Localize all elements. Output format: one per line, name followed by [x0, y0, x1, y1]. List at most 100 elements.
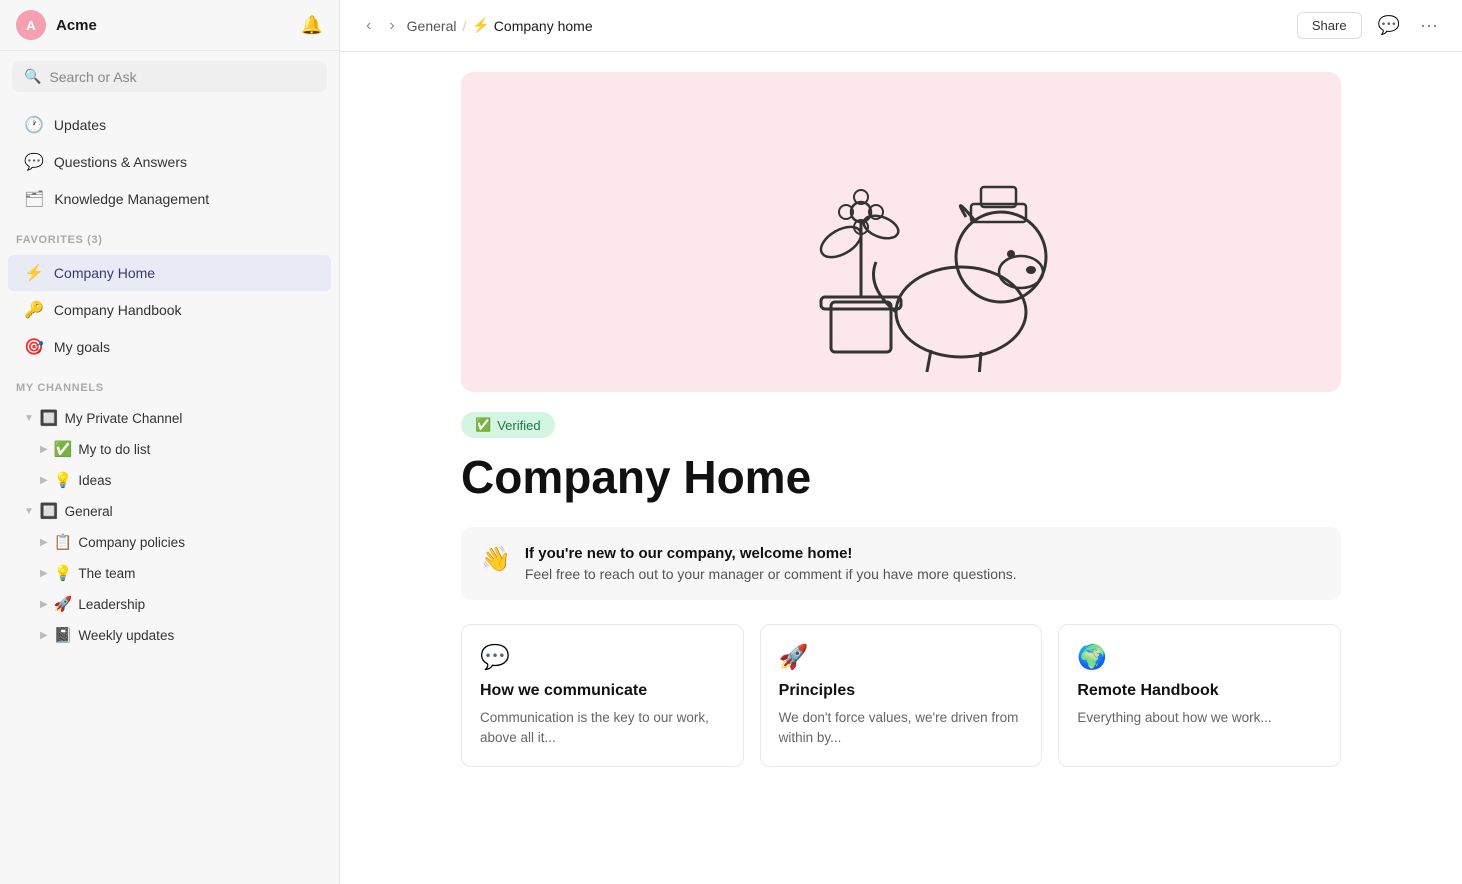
back-button[interactable]: ‹ [360, 13, 377, 39]
weekly-updates-icon: 📓 [54, 626, 73, 644]
card-how-we-communicate[interactable]: 💬 How we communicate Communication is th… [461, 624, 744, 768]
verified-label: Verified [497, 418, 540, 433]
topbar-right: Share 💬 ··· [1297, 11, 1442, 40]
hero-illustration [731, 92, 1071, 372]
card-body: Communication is the key to our work, ab… [480, 708, 725, 749]
channel-general[interactable]: ▼ 🔲 General [8, 496, 331, 526]
policies-icon: 📋 [54, 533, 73, 551]
sidebar-item-label: Knowledge Management [54, 191, 209, 207]
card-icon: 💬 [480, 643, 725, 672]
expand-arrow-icon: ▶ [40, 630, 48, 641]
hero-banner [461, 72, 1341, 392]
expand-arrow-icon: ▶ [40, 444, 48, 455]
sidebar-item-label: Company Home [54, 265, 155, 281]
ideas-icon: 💡 [54, 471, 73, 489]
sidebar-item-label: Updates [54, 117, 106, 133]
expand-arrow-icon: ▶ [40, 475, 48, 486]
channel-my-todo[interactable]: ▶ ✅ My to do list ··· + [8, 434, 331, 464]
key-icon: 🔑 [24, 300, 44, 320]
channel-label: Company policies [78, 535, 319, 550]
topbar-left: ‹ › General / ⚡ Company home [360, 13, 593, 39]
channel-label: General [65, 504, 319, 519]
channel-company-policies[interactable]: ▶ 📋 Company policies [8, 527, 331, 557]
sidebar-item-company-home[interactable]: ⚡ Company Home [8, 255, 331, 291]
bolt-icon: ⚡ [24, 263, 44, 283]
target-icon: 🎯 [24, 337, 44, 357]
welcome-title: If you're new to our company, welcome ho… [525, 545, 1017, 562]
page-title: Company Home [461, 452, 1341, 503]
welcome-text: If you're new to our company, welcome ho… [525, 545, 1017, 582]
sidebar: A Acme 🔔 🔍 Search or Ask 🕐 Updates 💬 Que… [0, 0, 340, 884]
sidebar-item-updates[interactable]: 🕐 Updates [8, 107, 331, 143]
more-icon: ··· [1420, 15, 1438, 35]
channel-weekly-updates[interactable]: ▶ 📓 Weekly updates [8, 620, 331, 650]
channel-label: Weekly updates [78, 628, 319, 643]
favorites-section: ⚡ Company Home 🔑 Company Handbook 🎯 My g… [0, 250, 339, 370]
channels-section: ▼ 🔲 My Private Channel ▶ ✅ My to do list… [0, 398, 339, 655]
workspace-avatar: A [16, 10, 46, 40]
comment-button[interactable]: 💬 [1374, 11, 1404, 40]
card-body: We don't force values, we're driven from… [779, 708, 1024, 749]
page-content: ✅ Verified Company Home 👋 If you're new … [421, 52, 1381, 884]
card-title: How we communicate [480, 682, 725, 700]
breadcrumb-icon: ⚡ [472, 17, 489, 34]
sidebar-item-label: Company Handbook [54, 302, 182, 318]
expand-arrow-icon: ▶ [40, 599, 48, 610]
share-button[interactable]: Share [1297, 12, 1362, 39]
expand-arrow-icon: ▼ [24, 506, 34, 517]
channels-section-label: MY CHANNELS [0, 370, 339, 398]
breadcrumb-separator: / [462, 18, 466, 34]
sidebar-item-label: Questions & Answers [54, 154, 187, 170]
leadership-icon: 🚀 [54, 595, 73, 613]
breadcrumb-current: ⚡ Company home [472, 17, 592, 34]
channel-my-private[interactable]: ▼ 🔲 My Private Channel [8, 403, 331, 433]
more-options-button[interactable]: ··· [1416, 11, 1442, 40]
sidebar-item-my-goals[interactable]: 🎯 My goals [8, 329, 331, 365]
channel-label: The team [78, 566, 319, 581]
welcome-card: 👋 If you're new to our company, welcome … [461, 527, 1341, 600]
cards-grid: 💬 How we communicate Communication is th… [461, 624, 1341, 768]
clock-icon: 🕐 [24, 115, 44, 135]
verified-icon: ✅ [475, 417, 491, 433]
breadcrumb: General / ⚡ Company home [407, 17, 593, 34]
sidebar-item-company-handbook[interactable]: 🔑 Company Handbook [8, 292, 331, 328]
sidebar-header: A Acme 🔔 [0, 0, 339, 51]
forward-button[interactable]: › [383, 13, 400, 39]
card-title: Principles [779, 682, 1024, 700]
welcome-body: Feel free to reach out to your manager o… [525, 566, 1017, 582]
topbar: ‹ › General / ⚡ Company home Share 💬 ··· [340, 0, 1462, 52]
workspace-name-wrap[interactable]: A Acme [16, 10, 97, 40]
bell-icon[interactable]: 🔔 [301, 15, 323, 36]
favorites-section-label: FAVORITES (3) [0, 222, 339, 250]
sidebar-item-km[interactable]: 🗂 Knowledge Management [8, 181, 331, 217]
channel-label: Leadership [78, 597, 319, 612]
chat-icon: 💬 [24, 152, 44, 172]
search-label: Search or Ask [49, 69, 136, 85]
general-channel-icon: 🔲 [40, 502, 59, 520]
team-icon: 💡 [54, 564, 73, 582]
welcome-emoji: 👋 [481, 545, 511, 574]
card-principles[interactable]: 🚀 Principles We don't force values, we'r… [760, 624, 1043, 768]
card-remote-handbook[interactable]: 🌍 Remote Handbook Everything about how w… [1058, 624, 1341, 768]
channel-label: My Private Channel [65, 411, 319, 426]
channel-leadership[interactable]: ▶ 🚀 Leadership [8, 589, 331, 619]
private-channel-icon: 🔲 [40, 409, 59, 427]
sidebar-item-label: My goals [54, 339, 110, 355]
expand-arrow-icon: ▶ [40, 537, 48, 548]
search-bar[interactable]: 🔍 Search or Ask [12, 61, 327, 92]
sidebar-item-qa[interactable]: 💬 Questions & Answers [8, 144, 331, 180]
expand-arrow-icon: ▼ [24, 413, 34, 424]
grid-icon: 🗂 [24, 189, 44, 209]
verified-badge: ✅ Verified [461, 412, 555, 438]
search-icon: 🔍 [24, 68, 41, 85]
card-body: Everything about how we work... [1077, 708, 1322, 728]
comment-icon: 💬 [1378, 15, 1400, 35]
breadcrumb-parent[interactable]: General [407, 18, 457, 34]
checklist-icon: ✅ [54, 440, 73, 458]
channel-label: My to do list [78, 442, 319, 457]
channel-the-team[interactable]: ▶ 💡 The team [8, 558, 331, 588]
workspace-name: Acme [56, 17, 97, 34]
card-title: Remote Handbook [1077, 682, 1322, 700]
channel-label: Ideas [78, 473, 319, 488]
channel-ideas[interactable]: ▶ 💡 Ideas [8, 465, 331, 495]
